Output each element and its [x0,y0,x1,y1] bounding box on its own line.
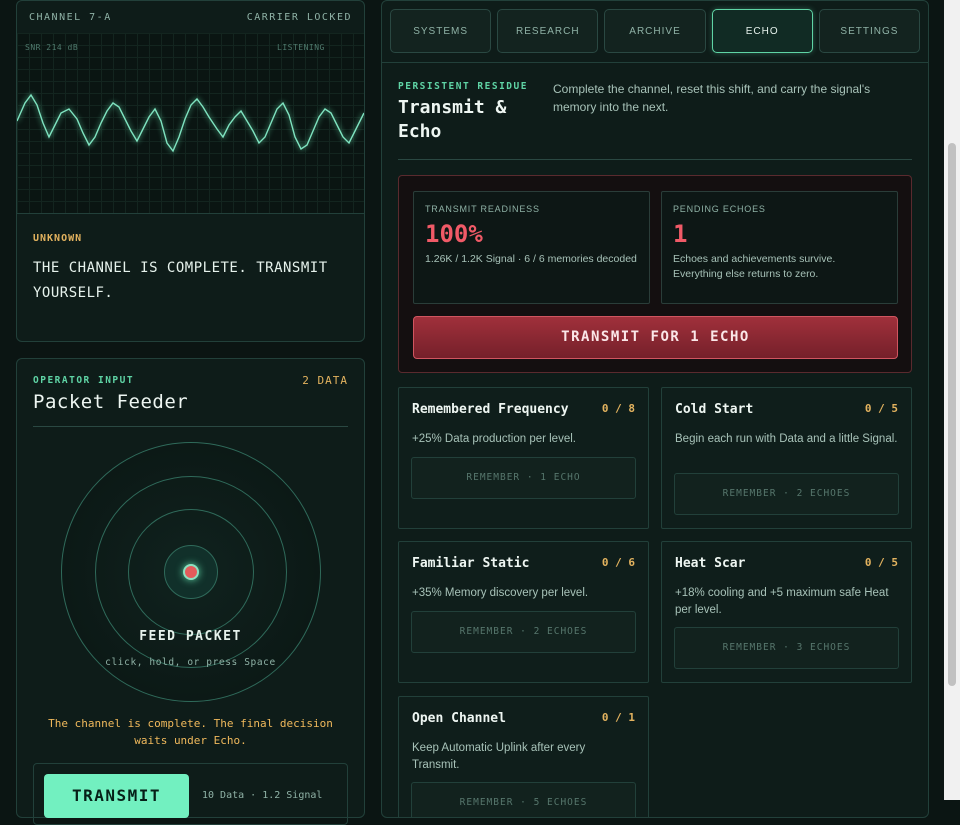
upgrade-description: +25% Data production per level. [412,433,576,445]
upgrade-card-remembered-frequency: Remembered Frequency 0 / 8 +25% Data pro… [398,387,649,529]
tab-echo[interactable]: ECHO [711,9,813,53]
final-decision-message: The channel is complete. The final decis… [48,717,333,747]
section-title: Transmit & Echo [398,97,507,142]
message-text: THE CHANNEL IS COMPLETE. TRANSMIT YOURSE… [33,260,328,301]
feed-packet-hint: click, hold, or press Space [105,657,276,668]
remember-button[interactable]: REMEMBER · 2 ECHOES [411,611,636,653]
transmit-row: TRANSMIT 10 Data · 1.2 Signal [33,763,348,825]
pending-echoes-card: PENDING ECHOES 1 Echoes and achievements… [661,191,898,304]
readiness-detail: 1.26K / 1.2K Signal · 6 / 6 memories dec… [425,253,637,265]
upgrade-level: 0 / 8 [601,402,635,415]
waveform-graph [17,93,364,153]
channel-header: CHANNEL 7-A CARRIER LOCKED [17,1,364,34]
upgrade-level: 0 / 6 [601,556,635,569]
upgrade-description: Begin each run with Data and a little Si… [675,433,898,445]
packet-core-icon [183,564,199,580]
speaker-label: UNKNOWN [33,233,83,244]
upgrade-card-heat-scar: Heat Scar 0 / 5 +18% cooling and +5 maxi… [661,541,912,683]
upgrade-description: +35% Memory discovery per level. [412,587,589,599]
upgrade-title: Cold Start [675,402,754,417]
readiness-label: TRANSMIT READINESS [425,204,540,214]
upgrade-description: +18% cooling and +5 maximum safe Heat pe… [675,587,889,616]
upgrade-level: 0 / 5 [864,402,898,415]
scrollbar-thumb[interactable] [948,143,956,686]
remember-button[interactable]: REMEMBER · 1 ECHO [411,457,636,499]
carrier-status: CARRIER LOCKED [246,11,352,23]
echo-panel: SYSTEMS RESEARCH ARCHIVE ECHO SETTINGS P… [381,0,929,818]
feed-packet-label: FEED PACKET [139,629,242,644]
pending-detail: Echoes and achievements survive. Everyth… [673,253,836,280]
upgrade-title: Heat Scar [675,556,746,571]
waveform-display: SNR 214 dB LISTENING [17,33,364,214]
transmit-echo-button[interactable]: TRANSMIT FOR 1 ECHO [413,316,898,359]
waveform-line [17,93,364,153]
tab-research[interactable]: RESEARCH [497,9,599,53]
section-description: Complete the channel, reset this shift, … [553,82,871,114]
transmit-cost: 10 Data · 1.2 Signal [202,790,323,801]
transmit-box: TRANSMIT READINESS 100% 1.26K / 1.2K Sig… [398,175,912,373]
upgrade-title: Open Channel [412,711,506,726]
remember-button[interactable]: REMEMBER · 2 ECHOES [674,473,899,515]
upgrade-title: Remembered Frequency [412,402,569,417]
upgrade-card-familiar-static: Familiar Static 0 / 6 +35% Memory discov… [398,541,649,683]
readiness-value: 100% [425,220,483,248]
tab-archive[interactable]: ARCHIVE [604,9,706,53]
operator-input-label: OPERATOR INPUT [33,375,135,386]
feeder-title: Packet Feeder [33,391,189,413]
tab-systems[interactable]: SYSTEMS [390,9,492,53]
upgrade-title: Familiar Static [412,556,530,571]
feed-packet-button[interactable]: FEED PACKET click, hold, or press Space [17,429,364,709]
tab-settings[interactable]: SETTINGS [818,9,921,53]
tab-bar: SYSTEMS RESEARCH ARCHIVE ECHO SETTINGS [390,9,921,53]
tab-divider [382,62,928,63]
upgrade-description: Keep Automatic Uplink after every Transm… [412,742,586,771]
divider [33,426,348,427]
transmit-readiness-card: TRANSMIT READINESS 100% 1.26K / 1.2K Sig… [413,191,650,304]
section-kicker: PERSISTENT RESIDUE [398,81,528,92]
data-count: 2 DATA [302,374,348,387]
channel-name: CHANNEL 7-A [29,11,112,23]
remember-button[interactable]: REMEMBER · 5 ECHOES [411,782,636,817]
feeder-transmit-button[interactable]: TRANSMIT [44,774,189,818]
remember-button[interactable]: REMEMBER · 3 ECHOES [674,627,899,669]
pending-value: 1 [673,220,688,248]
channel-panel: CHANNEL 7-A CARRIER LOCKED SNR 214 dB LI… [16,0,365,342]
upgrade-level: 0 / 5 [864,556,898,569]
section-divider [398,159,912,160]
upgrade-card-cold-start: Cold Start 0 / 5 Begin each run with Dat… [661,387,912,529]
upgrade-level: 0 / 1 [601,711,635,724]
pending-label: PENDING ECHOES [673,204,766,214]
channel-message: UNKNOWN THE CHANNEL IS COMPLETE. TRANSMI… [33,233,348,306]
packet-feeder-panel: OPERATOR INPUT 2 DATA Packet Feeder FEED… [16,358,365,825]
